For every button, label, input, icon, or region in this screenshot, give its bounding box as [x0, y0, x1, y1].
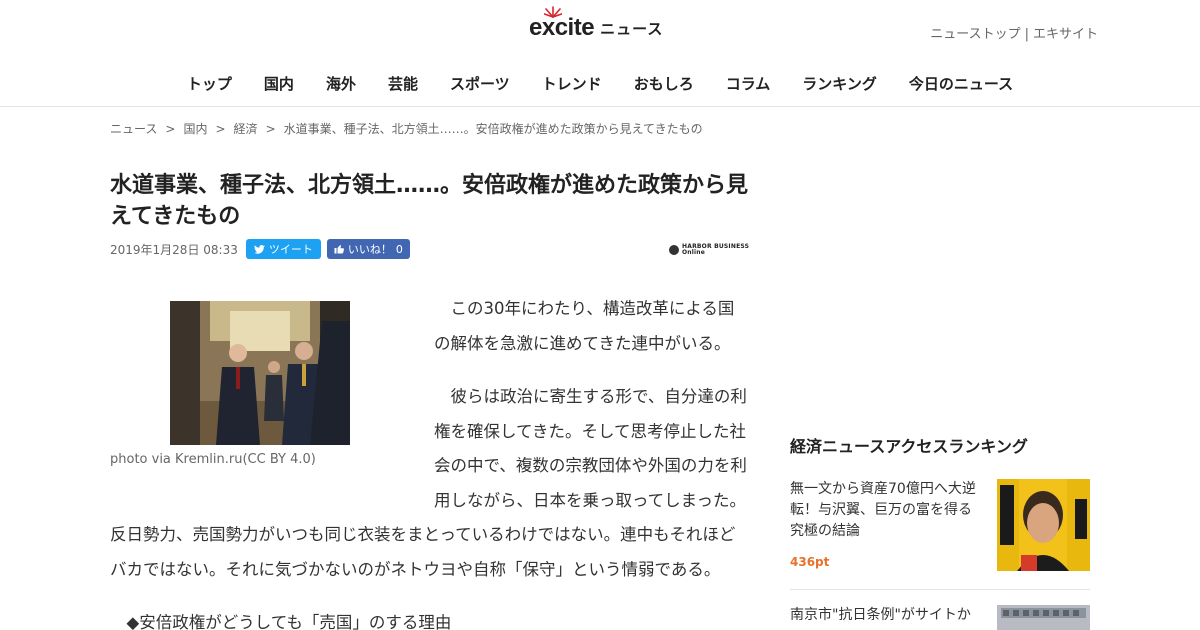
like-button[interactable]: いいね！ 0	[326, 239, 410, 259]
breadcrumb-sep: >	[265, 122, 276, 136]
nav-item-funny[interactable]: おもしろ	[618, 73, 710, 94]
ranking-item[interactable]: 南京市"抗日条例"がサイトか	[790, 605, 1090, 630]
thumbs-up-icon	[334, 245, 344, 254]
breadcrumb-sep: >	[215, 122, 226, 136]
logo-wordmark: excite	[529, 14, 595, 41]
breadcrumb-news[interactable]: ニュース	[110, 122, 157, 136]
ranking-item[interactable]: 無一文から資産70億円へ大逆転！与沢翼、巨万の富を得る究極の結論 436pt	[790, 479, 1090, 579]
article-photo-image	[170, 301, 350, 445]
tweet-button[interactable]: ツイート	[245, 239, 321, 259]
nav-item-entertainment[interactable]: 芸能	[372, 73, 434, 94]
ranking-item-title[interactable]: 無一文から資産70億円へ大逆転！与沢翼、巨万の富を得る究極の結論	[790, 479, 982, 542]
article-photo[interactable]	[170, 301, 350, 445]
like-count: 0	[395, 242, 403, 256]
ranking-item-title[interactable]: 南京市"抗日条例"がサイトか	[790, 605, 982, 626]
article-meta: 2019年1月28日 08:33 ツイート いいね！ 0	[110, 239, 410, 259]
ranking-item-thumbnail[interactable]	[997, 479, 1090, 571]
article-title: 水道事業、種子法、北方領土……。安倍政権が進めた政策から見えてきたもの	[110, 173, 749, 229]
ranking-thumbnail-image-1	[997, 479, 1090, 571]
ranking-item-thumbnail[interactable]	[997, 605, 1090, 630]
ranking-item-points: 436pt	[790, 555, 830, 569]
ranking-thumbnail-image-2	[997, 605, 1090, 630]
nav-item-trend[interactable]: トレンド	[526, 73, 618, 94]
article-paragraph: ◆安倍政権がどうしても「売国」のする理由	[126, 613, 452, 630]
nav-item-domestic[interactable]: 国内	[248, 73, 310, 94]
nav-item-sports[interactable]: スポーツ	[434, 73, 526, 94]
like-label: いいね！	[347, 243, 392, 256]
site-logo[interactable]: excite ニュース	[529, 6, 664, 44]
breadcrumb-domestic[interactable]: 国内	[183, 122, 207, 136]
photo-caption: photo via Kremlin.ru(CC BY 4.0)	[110, 452, 316, 467]
ranking-title: 経済ニュースアクセスランキング	[790, 437, 1028, 456]
twitter-bird-icon	[253, 244, 265, 254]
nav-item-top[interactable]: トップ	[171, 73, 248, 94]
article-date: 2019年1月28日 08:33	[110, 242, 238, 257]
nav-item-column[interactable]: コラム	[710, 73, 787, 94]
tweet-label: ツイート	[268, 243, 313, 256]
source-logo-mark-icon	[669, 244, 679, 255]
breadcrumb-economy[interactable]: 経済	[234, 122, 258, 136]
sidebar: 経済ニュースアクセスランキング 無一文から資産70億円へ大逆転！与沢翼、巨万の富…	[790, 0, 1090, 630]
logo-suffix: ニュース	[600, 19, 664, 38]
source-logo-sub: Online	[682, 248, 706, 256]
breadcrumb-sep: >	[165, 122, 176, 136]
source-logo[interactable]: HARBOR BUSINESS Online	[669, 241, 750, 258]
breadcrumb-current: 水道事業、種子法、北方領土……。安倍政権が進めた政策から見えてきたもの	[283, 122, 703, 136]
breadcrumb: ニュース > 国内 > 経済 > 水道事業、種子法、北方領土……。安倍政権が進めた政策から見…	[110, 120, 703, 137]
nav-item-overseas[interactable]: 海外	[310, 73, 372, 94]
ranking-divider	[790, 589, 1090, 590]
